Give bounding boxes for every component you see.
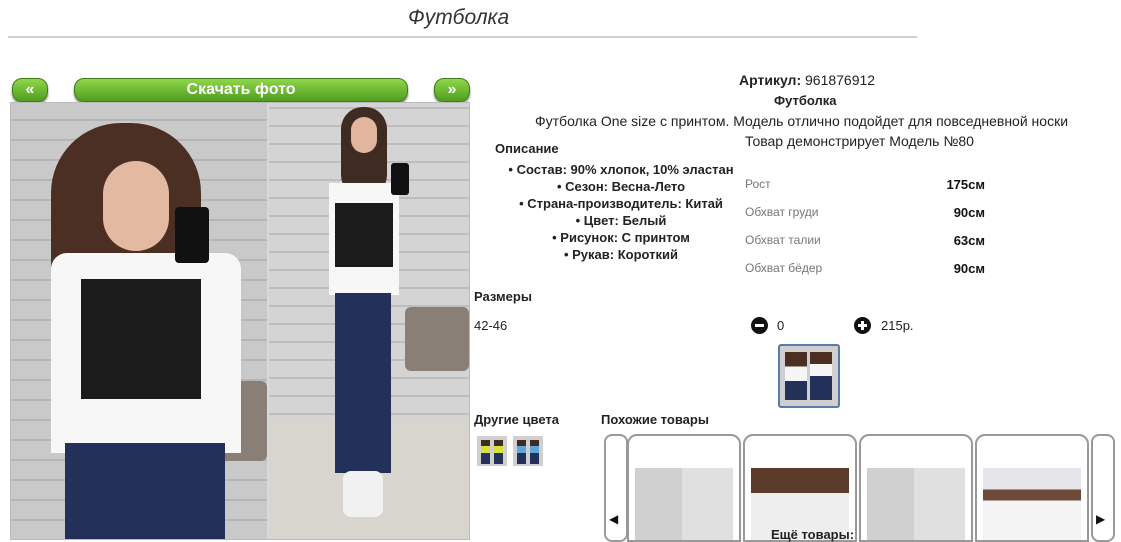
similar-product-card[interactable] (743, 434, 857, 542)
article-label: Артикул: (739, 72, 802, 88)
prev-arrow-icon: ◀ (609, 512, 619, 526)
more-products-link[interactable]: Ещё товары: (771, 527, 854, 542)
measure-waist: Обхват талии 63см (745, 233, 985, 253)
measure-label: Обхват груди (745, 205, 819, 219)
similar-products-heading: Похожие товары (601, 412, 709, 427)
carousel-prev-button[interactable]: ◀ (604, 434, 628, 542)
photo-closeup (11, 103, 267, 539)
download-photo-button[interactable]: Скачать фото (74, 78, 408, 102)
description-item: • Состав: 90% хлопок, 10% эластан (508, 162, 734, 177)
color-variant-thumbnail[interactable] (513, 436, 543, 466)
similar-product-card[interactable] (859, 434, 973, 542)
product-name: Футболка (774, 93, 837, 108)
model-note: Товар демонстрирует Модель №80 (745, 133, 974, 149)
next-photo-button[interactable]: » (434, 78, 470, 102)
color-variant-thumbnail[interactable] (477, 436, 507, 466)
prev-photo-button[interactable]: « (12, 78, 48, 102)
carousel-next-button[interactable]: ▶ (1091, 434, 1115, 542)
similar-product-card[interactable] (627, 434, 741, 542)
size-range: 42-46 (474, 318, 508, 333)
description-item: • Сезон: Весна-Лето (556, 179, 686, 194)
page-title: Футболка (408, 6, 510, 29)
description-heading: Описание (495, 141, 559, 156)
other-colors-heading: Другие цвета (474, 412, 559, 427)
description-list: • Состав: 90% хлопок, 10% эластан • Сезо… (497, 161, 745, 263)
measure-value: 175см (946, 177, 985, 192)
measure-label: Рост (745, 177, 771, 191)
plus-circle-icon[interactable] (854, 317, 871, 334)
article-number: Артикул: 961876912 (739, 72, 875, 88)
measure-label: Обхват талии (745, 233, 821, 247)
minus-circle-icon[interactable] (751, 317, 768, 334)
price: 215р. (881, 318, 914, 333)
measure-value: 90см (953, 205, 985, 220)
measure-height: Рост 175см (745, 177, 985, 197)
quantity-value: 0 (777, 318, 785, 333)
measure-label: Обхват бёдер (745, 261, 823, 275)
next-arrow-icon: ▶ (1096, 512, 1106, 526)
description-item: • Рисунок: С принтом (552, 230, 690, 245)
selected-photo-thumbnail[interactable] (778, 344, 840, 408)
similar-product-card[interactable] (975, 434, 1089, 542)
measure-value: 90см (953, 261, 985, 276)
article-value: 961876912 (805, 72, 876, 88)
sizes-heading: Размеры (474, 289, 532, 304)
description-item: • Страна-производитель: Китай (519, 196, 723, 211)
description-item: • Рукав: Короткий (563, 247, 679, 262)
measure-value: 63см (953, 233, 985, 248)
measure-chest: Обхват груди 90см (745, 205, 985, 225)
photo-fullbody (269, 103, 469, 539)
title-divider (8, 36, 917, 38)
product-photo[interactable] (10, 102, 470, 540)
product-description: Футболка One size с принтом. Модель отли… (535, 113, 1069, 129)
description-item: • Цвет: Белый (575, 213, 667, 228)
measure-hips: Обхват бёдер 90см (745, 261, 985, 281)
